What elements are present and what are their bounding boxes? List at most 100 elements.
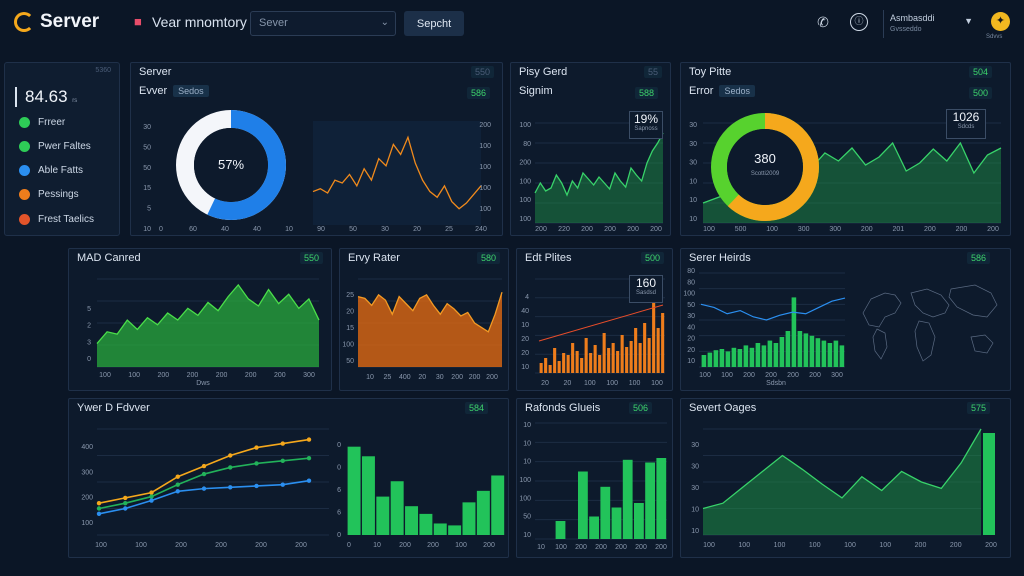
y-tick-label: 100: [479, 185, 491, 192]
x-tick-label: 300: [831, 372, 843, 379]
app-logo[interactable]: Server: [14, 11, 99, 33]
x-tick-label: 200: [985, 542, 997, 549]
panel-toy-pitte: Toy Pitte 504 Error Sedos 500 30 30 30 10 10 1…: [680, 62, 1011, 236]
info-icon[interactable]: ⓘ: [850, 13, 868, 31]
sidebar-item-0[interactable]: Frreer: [19, 117, 65, 128]
x-tick-label: 200: [535, 226, 547, 233]
x-tick-label: 200: [787, 372, 799, 379]
sidebar-metric: 84.63 rs: [15, 87, 77, 107]
server-select[interactable]: Sever ⌄: [250, 11, 396, 36]
logo-text: Server: [40, 11, 100, 32]
x-tick-label: 200: [765, 372, 777, 379]
x-tick-label: 0: [159, 226, 163, 233]
y-tick-label: 30: [691, 442, 699, 449]
y-tick-label: 200: [519, 160, 531, 167]
sidebar-card: 5360 84.63 rs Frreer Pwer Faltes Able Fa…: [4, 62, 120, 236]
ywer-series-0-point-4: [201, 463, 207, 469]
x-tick-label: 201: [892, 226, 904, 233]
y-tick-label: 30: [689, 122, 697, 129]
x-tick-label: 100: [95, 542, 107, 549]
y-tick-label: 100: [519, 197, 531, 204]
ywer-bar-7: [448, 525, 462, 535]
y-tick-label: 10: [689, 216, 697, 223]
y-tick-label: 100: [479, 206, 491, 213]
ywer-bar-0: [347, 446, 361, 535]
ywer-series-2-point-7: [280, 482, 285, 487]
x-tick-label: 100: [606, 380, 618, 387]
ywer-series-2-point-0: [96, 511, 102, 516]
ywer-bar-1: [361, 456, 375, 535]
avatar[interactable]: ✦: [991, 12, 1010, 31]
y-tick-label: 200: [479, 122, 491, 129]
ywer-bar-8: [462, 502, 476, 535]
x-tick-label: 0: [347, 542, 351, 549]
y-tick-label: 10: [143, 226, 151, 233]
edt-bar-6: [566, 355, 570, 373]
y-tick-label: 3: [87, 339, 91, 346]
x-tick-label: 25: [445, 226, 453, 233]
x-tick-label: 200: [809, 372, 821, 379]
serer-bar-7: [743, 345, 749, 367]
x-tick-label: 200: [486, 374, 498, 381]
ywer-series-1-point-7: [280, 458, 285, 463]
toy-donut-value: 380: [754, 151, 776, 166]
y-tick-label: 10: [521, 322, 529, 329]
edt-bar-21: [634, 328, 638, 373]
x-tick-label: 30: [436, 374, 444, 381]
edt-bar-0: [539, 363, 543, 373]
y-tick-label: 25: [346, 292, 354, 299]
edt-bar-5: [562, 353, 566, 373]
x-tick-label: 50: [349, 226, 357, 233]
edt-bar-7: [571, 343, 575, 373]
ywer-chart: 400300200100100 100 200 200 200 200006600 10 20…: [81, 428, 505, 549]
y-tick-label: 0: [337, 532, 341, 539]
account-name: Asmbasddi: [890, 13, 935, 23]
ywer-series-1-point-4: [201, 471, 207, 477]
panel-edt-plites: Edt Plites 500 4 40 10 20 20 10 20 20 100 100 100 1…: [516, 248, 673, 391]
account-subtitle: Gvsseddo: [890, 26, 922, 33]
y-tick-label: 6: [337, 487, 341, 494]
y-tick-label: 100: [342, 342, 354, 349]
y-tick-label: 30: [143, 124, 151, 131]
x-tick-label: 200: [575, 544, 587, 551]
search-button[interactable]: Sepcht: [404, 11, 464, 36]
x-tick-label: 100: [721, 372, 733, 379]
x-tick-label: 200: [427, 542, 439, 549]
mad-canred-chart: 5 2 3 0 100 100 200 200 200 200 200 300 Dws: [87, 278, 320, 387]
serer-bar-10: [761, 345, 767, 367]
x-tick-label: 100: [738, 542, 750, 549]
panel-ywer: Ywer D Fdvver 584 400 300 200 100 100 100 200 2…: [68, 398, 509, 558]
serer-bar-21: [827, 343, 833, 367]
x-tick-label: 100: [135, 542, 147, 549]
sidebar-item-1[interactable]: Pwer Faltes: [19, 141, 91, 152]
y-tick-label: 300: [81, 469, 93, 476]
ywer-series-2-point-5: [228, 485, 233, 490]
x-tick-label: 200: [469, 374, 481, 381]
ywer-series-2-point-6: [254, 483, 259, 489]
ywer-bar-6: [433, 523, 447, 535]
account-menu[interactable]: Asmbasddi Gvsseddo ▼: [883, 10, 975, 38]
serer-bar-11: [767, 340, 773, 367]
serer-bar-4: [725, 351, 731, 367]
x-tick-label: 200: [924, 226, 936, 233]
sidebar-item-2[interactable]: Able Fatts: [19, 165, 83, 176]
phone-icon[interactable]: ✆: [814, 13, 832, 31]
y-tick-label: 100: [519, 477, 531, 484]
edt-bar-8: [575, 351, 579, 373]
ywer-series-1-point-5: [228, 465, 233, 470]
serer-bar-13: [779, 337, 785, 367]
serer-bar-0: [701, 355, 707, 367]
x-caption: Dws: [196, 380, 210, 387]
ywer-bar-4: [405, 506, 419, 535]
y-tick-label: 10: [521, 364, 529, 371]
y-tick-label: 6: [337, 510, 341, 517]
y-tick-label: 40: [687, 324, 695, 331]
sidebar-item-3[interactable]: Pessings: [19, 189, 79, 200]
server-line-bg: [313, 121, 481, 225]
x-tick-label: 200: [581, 226, 593, 233]
y-tick-label: 5: [87, 306, 91, 313]
x-tick-label: 60: [189, 226, 197, 233]
y-tick-label: 20: [521, 350, 529, 357]
serer-line-series: [700, 297, 846, 321]
sidebar-item-4[interactable]: Frest Taelics: [19, 214, 94, 225]
